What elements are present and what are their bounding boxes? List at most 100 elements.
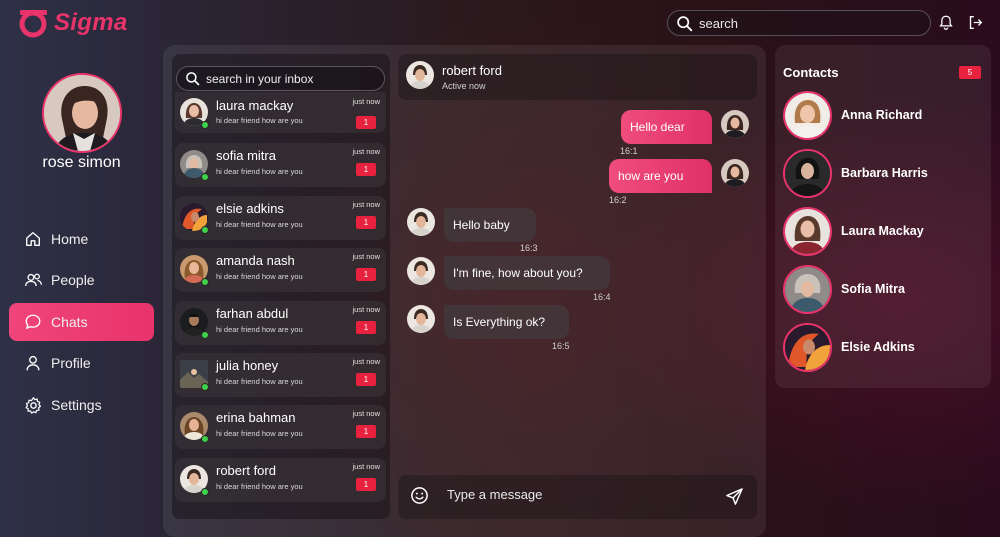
- home-icon: [23, 229, 43, 249]
- chat-item-time: just now: [352, 200, 380, 209]
- chat-list-item[interactable]: erina bahman hi dear friend how are you …: [175, 405, 386, 449]
- chat-item-message: hi dear friend how are you: [216, 377, 303, 386]
- profile-name: rose simon: [42, 154, 121, 171]
- chat-item-name: julia honey: [216, 358, 279, 373]
- chat-item-message: hi dear friend how are you: [216, 429, 303, 438]
- nav-item-home[interactable]: Home: [9, 220, 154, 258]
- contact-item[interactable]: Sofia Mitra: [783, 265, 983, 315]
- avatar: [783, 265, 832, 314]
- online-status-dot: [201, 488, 209, 496]
- nav-item-label: Chats: [51, 314, 88, 330]
- unread-badge: 1: [356, 268, 376, 281]
- inbox-search[interactable]: [176, 66, 385, 91]
- nav-item-profile[interactable]: Profile: [9, 344, 154, 382]
- contact-item[interactable]: Barbara Harris: [783, 149, 983, 199]
- profile-avatar[interactable]: [42, 73, 122, 153]
- chat-bubble-icon: [23, 312, 43, 332]
- people-icon: [23, 270, 43, 290]
- online-status-dot: [201, 121, 209, 129]
- online-status-dot: [201, 331, 209, 339]
- nav-item-settings[interactable]: Settings: [9, 386, 154, 424]
- nav-item-label: Home: [51, 231, 89, 247]
- chat-item-message: hi dear friend how are you: [216, 116, 303, 125]
- nav-item-people[interactable]: People: [9, 261, 154, 299]
- contact-name: Elsie Adkins: [841, 340, 915, 354]
- chat-list-item[interactable]: sofia mitra hi dear friend how are you j…: [175, 143, 386, 187]
- online-status-dot: [201, 226, 209, 234]
- message-time: 16:4: [593, 292, 611, 302]
- chat-item-time: just now: [352, 97, 380, 106]
- avatar: [783, 207, 832, 256]
- nav-item-label: People: [51, 272, 95, 288]
- unread-badge: 1: [356, 373, 376, 386]
- app-logo[interactable]: Sigma: [18, 6, 128, 40]
- inbox-search-input[interactable]: [206, 71, 376, 86]
- send-icon[interactable]: [725, 487, 744, 506]
- contact-name: Sofia Mitra: [841, 282, 905, 296]
- chat-list-item[interactable]: laura mackay hi dear friend how are you …: [175, 92, 386, 133]
- avatar: [721, 110, 749, 138]
- chat-list-item[interactable]: elsie adkins hi dear friend how are you …: [175, 196, 386, 240]
- contact-item[interactable]: Laura Mackay: [783, 207, 983, 257]
- global-search[interactable]: [667, 10, 931, 36]
- avatar: [783, 91, 832, 140]
- global-search-input[interactable]: [699, 15, 919, 31]
- contacts-count-badge: 5: [959, 66, 981, 79]
- chat-list-item[interactable]: julia honey hi dear friend how are you j…: [175, 353, 386, 397]
- conversation-header: robert ford Active now: [398, 54, 757, 100]
- avatar: [783, 323, 832, 372]
- online-status-dot: [201, 383, 209, 391]
- chat-item-time: just now: [352, 147, 380, 156]
- chat-item-message: hi dear friend how are you: [216, 272, 303, 281]
- unread-badge: 1: [356, 478, 376, 491]
- user-icon: [23, 353, 43, 373]
- outgoing-message[interactable]: Hello dear: [621, 110, 712, 144]
- chat-item-time: just now: [352, 305, 380, 314]
- nav-item-chats[interactable]: Chats: [9, 303, 154, 341]
- chat-list-item[interactable]: robert ford hi dear friend how are you j…: [175, 458, 386, 502]
- chat-list-item[interactable]: amanda nash hi dear friend how are you j…: [175, 248, 386, 292]
- search-icon: [676, 15, 693, 32]
- emoji-icon[interactable]: [410, 486, 429, 505]
- avatar[interactable]: [406, 61, 434, 89]
- contact-name: Anna Richard: [841, 108, 923, 122]
- chat-item-name: sofia mitra: [216, 148, 276, 163]
- unread-badge: 1: [356, 163, 376, 176]
- contact-item[interactable]: Elsie Adkins: [783, 323, 983, 373]
- chat-item-time: just now: [352, 409, 380, 418]
- chat-item-name: erina bahman: [216, 410, 296, 425]
- gear-icon: [23, 395, 43, 415]
- chat-item-name: farhan abdul: [216, 306, 289, 321]
- unread-badge: 1: [356, 216, 376, 229]
- incoming-message[interactable]: Is Everything ok?: [444, 305, 569, 339]
- app-name: Sigma: [54, 9, 128, 36]
- online-status-dot: [201, 435, 209, 443]
- chat-list-item[interactable]: farhan abdul hi dear friend how are you …: [175, 301, 386, 345]
- conversation-status: Active now: [442, 81, 486, 91]
- bell-icon[interactable]: [937, 13, 955, 31]
- chat-item-name: amanda nash: [216, 253, 295, 268]
- logout-icon[interactable]: [966, 13, 984, 31]
- incoming-message[interactable]: Hello baby: [444, 208, 536, 242]
- nav-item-label: Settings: [51, 397, 102, 413]
- unread-badge: 1: [356, 116, 376, 129]
- chat-item-message: hi dear friend how are you: [216, 325, 303, 334]
- contact-item[interactable]: Anna Richard: [783, 91, 983, 141]
- sigma-logo-icon: [18, 7, 50, 39]
- outgoing-message[interactable]: how are you: [609, 159, 712, 193]
- search-icon: [185, 71, 200, 86]
- contact-name: Barbara Harris: [841, 166, 928, 180]
- chat-item-name: laura mackay: [216, 98, 294, 113]
- avatar: [721, 159, 749, 187]
- chat-item-time: just now: [352, 252, 380, 261]
- incoming-message[interactable]: I'm fine, how about you?: [444, 256, 610, 290]
- online-status-dot: [201, 278, 209, 286]
- contacts-title: Contacts: [783, 65, 839, 80]
- message-time: 16:1: [620, 146, 638, 156]
- chat-item-time: just now: [352, 357, 380, 366]
- chat-item-name: elsie adkins: [216, 201, 284, 216]
- avatar: [407, 305, 435, 333]
- message-input[interactable]: [447, 487, 707, 502]
- unread-badge: 1: [356, 321, 376, 334]
- contact-name: Laura Mackay: [841, 224, 924, 238]
